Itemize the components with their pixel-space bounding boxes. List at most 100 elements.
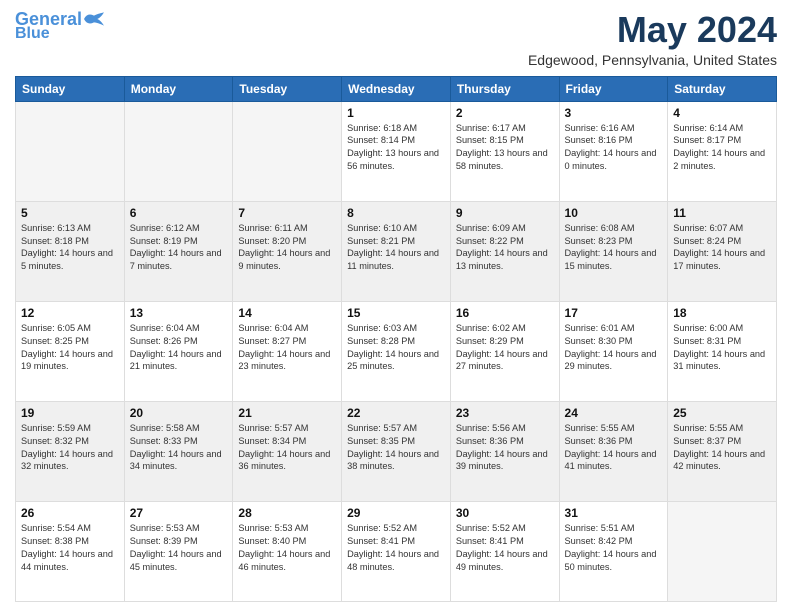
day-info: Sunrise: 5:53 AMSunset: 8:40 PMDaylight:… [238,522,336,574]
logo-text2: Blue [15,26,50,42]
calendar-day-cell: 15 Sunrise: 6:03 AMSunset: 8:28 PMDayligh… [342,301,451,401]
calendar-day-cell: 23Sunrise: 5:56 AMSunset: 8:36 PMDayligh… [450,401,559,501]
calendar-week-row: 19 Sunrise: 5:59 AMSunset: 8:32 PMDayligh… [16,401,777,501]
day-info: Sunrise: 6:18 AMSunset: 8:14 PMDaylight:… [347,122,445,174]
day-number: 9 [456,206,554,220]
calendar-day-cell: 6Sunrise: 6:12 AMSunset: 8:19 PMDaylight… [124,201,233,301]
calendar-day-cell: 21 Sunrise: 5:57 AMSunset: 8:34 PMDayligh… [233,401,342,501]
day-info: Sunrise: 6:16 AMSunset: 8:16 PMDaylight:… [565,122,663,174]
title-block: May 2024 Edgewood, Pennsylvania, United … [528,10,777,68]
calendar-header-row: SundayMondayTuesdayWednesdayThursdayFrid… [16,76,777,101]
day-info: Sunrise: 5:53 AMSunset: 8:39 PMDaylight:… [130,522,228,574]
calendar-header-thursday: Thursday [450,76,559,101]
day-info: Sunrise: 6:04 AMSunset: 8:26 PMDaylight:… [130,322,228,374]
calendar-day-cell: 12 Sunrise: 6:05 AMSunset: 8:25 PMDayligh… [16,301,125,401]
calendar-week-row: 1 Sunrise: 6:18 AMSunset: 8:14 PMDaylight… [16,101,777,201]
logo: General Blue [15,10,104,42]
day-number: 11 [673,206,771,220]
calendar-day-cell: 18 Sunrise: 6:00 AMSunset: 8:31 PMDayligh… [668,301,777,401]
calendar-day-cell: 13Sunrise: 6:04 AMSunset: 8:26 PMDayligh… [124,301,233,401]
day-info: Sunrise: 6:07 AMSunset: 8:24 PMDaylight:… [673,222,771,274]
calendar-day-cell: 27 Sunrise: 5:53 AMSunset: 8:39 PMDayligh… [124,501,233,601]
calendar-day-cell: 30 Sunrise: 5:52 AMSunset: 8:41 PMDayligh… [450,501,559,601]
day-number: 27 [130,506,228,520]
day-number: 6 [130,206,228,220]
calendar-day-cell: 8 Sunrise: 6:10 AMSunset: 8:21 PMDaylight… [342,201,451,301]
calendar-day-cell: 25Sunrise: 5:55 AMSunset: 8:37 PMDayligh… [668,401,777,501]
day-number: 31 [565,506,663,520]
calendar-day-cell: 24Sunrise: 5:55 AMSunset: 8:36 PMDayligh… [559,401,668,501]
day-info: Sunrise: 6:02 AMSunset: 8:29 PMDaylight:… [456,322,554,374]
day-number: 20 [130,406,228,420]
calendar-day-cell: 17 Sunrise: 6:01 AMSunset: 8:30 PMDayligh… [559,301,668,401]
day-number: 7 [238,206,336,220]
calendar-day-cell: 22 Sunrise: 5:57 AMSunset: 8:35 PMDayligh… [342,401,451,501]
day-number: 10 [565,206,663,220]
day-number: 16 [456,306,554,320]
day-info: Sunrise: 5:57 AMSunset: 8:35 PMDaylight:… [347,422,445,474]
day-info: Sunrise: 6:11 AMSunset: 8:20 PMDaylight:… [238,222,336,274]
day-info: Sunrise: 6:17 AMSunset: 8:15 PMDaylight:… [456,122,554,174]
day-number: 24 [565,406,663,420]
day-number: 14 [238,306,336,320]
calendar-day-cell: 9 Sunrise: 6:09 AMSunset: 8:22 PMDaylight… [450,201,559,301]
day-number: 19 [21,406,119,420]
day-info: Sunrise: 6:00 AMSunset: 8:31 PMDaylight:… [673,322,771,374]
day-info: Sunrise: 5:57 AMSunset: 8:34 PMDaylight:… [238,422,336,474]
day-number: 3 [565,106,663,120]
page: General Blue May 2024 Edgewood, Pennsylv… [0,0,792,612]
day-info: Sunrise: 6:04 AMSunset: 8:27 PMDaylight:… [238,322,336,374]
calendar-header-tuesday: Tuesday [233,76,342,101]
calendar-day-cell: 28 Sunrise: 5:53 AMSunset: 8:40 PMDayligh… [233,501,342,601]
calendar-header-monday: Monday [124,76,233,101]
day-info: Sunrise: 6:08 AMSunset: 8:23 PMDaylight:… [565,222,663,274]
day-number: 28 [238,506,336,520]
calendar-day-cell: 2Sunrise: 6:17 AMSunset: 8:15 PMDaylight… [450,101,559,201]
day-info: Sunrise: 6:14 AMSunset: 8:17 PMDaylight:… [673,122,771,174]
day-number: 8 [347,206,445,220]
day-info: Sunrise: 6:01 AMSunset: 8:30 PMDaylight:… [565,322,663,374]
day-info: Sunrise: 6:10 AMSunset: 8:21 PMDaylight:… [347,222,445,274]
day-number: 29 [347,506,445,520]
day-number: 4 [673,106,771,120]
calendar-table: SundayMondayTuesdayWednesdayThursdayFrid… [15,76,777,602]
main-title: May 2024 [528,10,777,50]
day-info: Sunrise: 6:03 AMSunset: 8:28 PMDaylight:… [347,322,445,374]
calendar-day-cell: 26Sunrise: 5:54 AMSunset: 8:38 PMDayligh… [16,501,125,601]
calendar-day-cell: 14 Sunrise: 6:04 AMSunset: 8:27 PMDayligh… [233,301,342,401]
day-number: 22 [347,406,445,420]
calendar-day-cell [233,101,342,201]
day-info: Sunrise: 5:59 AMSunset: 8:32 PMDaylight:… [21,422,119,474]
calendar-day-cell: 11 Sunrise: 6:07 AMSunset: 8:24 PMDayligh… [668,201,777,301]
day-number: 17 [565,306,663,320]
calendar-header-friday: Friday [559,76,668,101]
day-number: 12 [21,306,119,320]
day-info: Sunrise: 5:56 AMSunset: 8:36 PMDaylight:… [456,422,554,474]
day-info: Sunrise: 5:55 AMSunset: 8:37 PMDaylight:… [673,422,771,474]
calendar-day-cell: 7 Sunrise: 6:11 AMSunset: 8:20 PMDaylight… [233,201,342,301]
day-number: 30 [456,506,554,520]
calendar-week-row: 5Sunrise: 6:13 AMSunset: 8:18 PMDaylight… [16,201,777,301]
calendar-header-wednesday: Wednesday [342,76,451,101]
day-info: Sunrise: 5:51 AMSunset: 8:42 PMDaylight:… [565,522,663,574]
day-info: Sunrise: 6:13 AMSunset: 8:18 PMDaylight:… [21,222,119,274]
calendar-day-cell: 16 Sunrise: 6:02 AMSunset: 8:29 PMDayligh… [450,301,559,401]
calendar-day-cell [668,501,777,601]
header: General Blue May 2024 Edgewood, Pennsylv… [15,10,777,68]
calendar-day-cell: 3 Sunrise: 6:16 AMSunset: 8:16 PMDaylight… [559,101,668,201]
day-info: Sunrise: 5:52 AMSunset: 8:41 PMDaylight:… [456,522,554,574]
calendar-day-cell [124,101,233,201]
day-info: Sunrise: 6:09 AMSunset: 8:22 PMDaylight:… [456,222,554,274]
calendar-day-cell: 31 Sunrise: 5:51 AMSunset: 8:42 PMDayligh… [559,501,668,601]
calendar-day-cell: 4 Sunrise: 6:14 AMSunset: 8:17 PMDaylight… [668,101,777,201]
calendar-day-cell: 1 Sunrise: 6:18 AMSunset: 8:14 PMDaylight… [342,101,451,201]
day-number: 21 [238,406,336,420]
day-number: 18 [673,306,771,320]
calendar-header-saturday: Saturday [668,76,777,101]
calendar-header-sunday: Sunday [16,76,125,101]
day-number: 15 [347,306,445,320]
day-number: 1 [347,106,445,120]
day-number: 26 [21,506,119,520]
day-info: Sunrise: 6:05 AMSunset: 8:25 PMDaylight:… [21,322,119,374]
logo-bird-icon [84,12,104,26]
